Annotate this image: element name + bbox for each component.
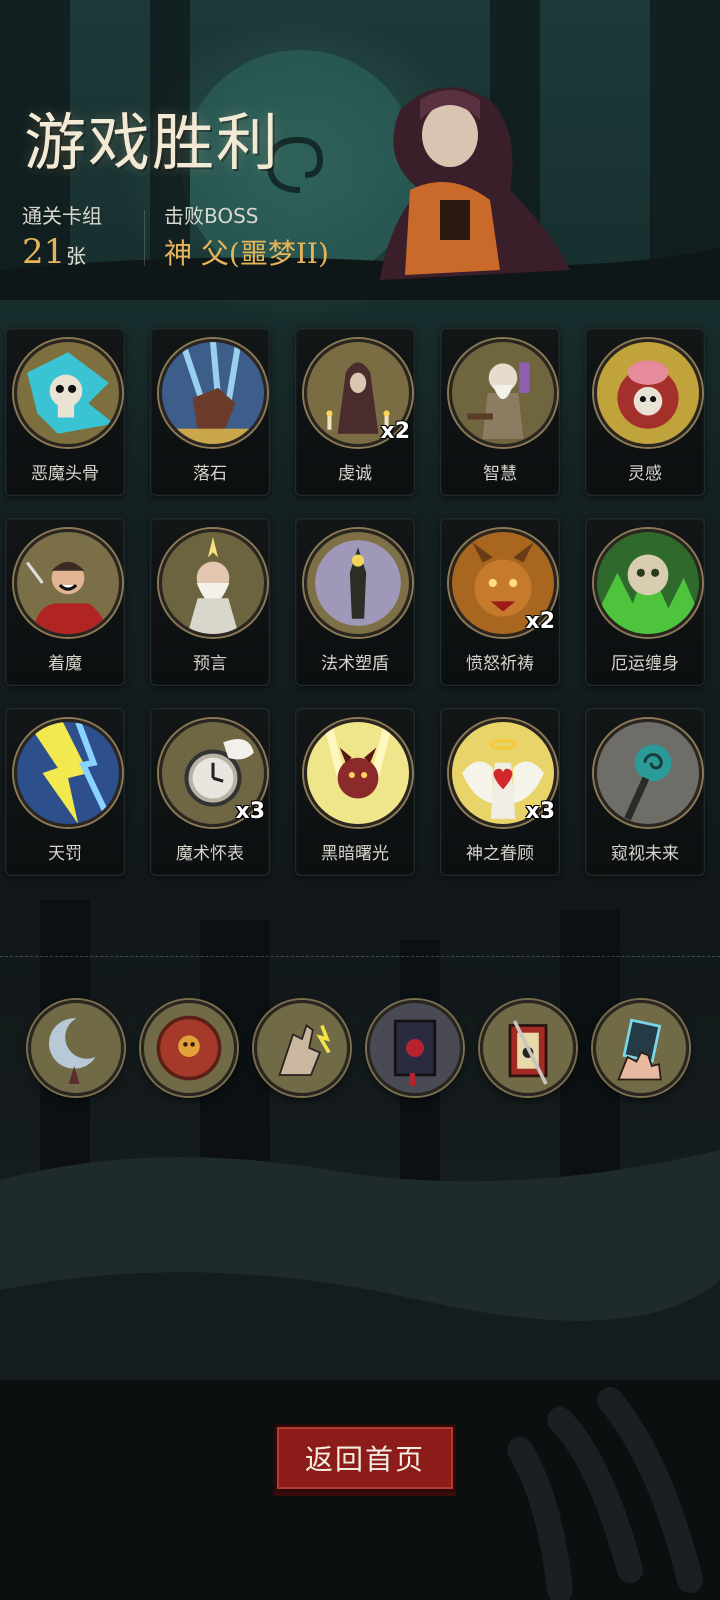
moon-relic-icon[interactable] <box>28 1000 124 1096</box>
deck-count: 21 <box>22 232 66 272</box>
spell-shield-icon <box>304 529 412 637</box>
card-item[interactable]: 黑暗曙光 <box>295 708 415 876</box>
card-name: 恶魔头骨 <box>31 464 99 484</box>
deck-label: 通关卡组 <box>22 204 102 228</box>
victory-screen: 游戏胜利 通关卡组 21 张 击败BOSS 神 父(噩梦II) 恶魔头骨 落石 … <box>0 0 720 1600</box>
tarot-card-relic-icon[interactable] <box>480 1000 576 1096</box>
card-item[interactable]: x3 魔术怀表 <box>150 708 270 876</box>
card-item[interactable]: 着魔 <box>5 518 125 686</box>
stat-divider <box>144 210 145 266</box>
boss-name: 神 父(噩梦II) <box>164 237 329 270</box>
return-home-button[interactable]: 返回首页 <box>274 1424 456 1492</box>
card-name: 魔术怀表 <box>176 844 244 864</box>
card-count: x2 <box>380 419 411 444</box>
card-name: 虔诚 <box>338 464 372 484</box>
card-name: 厄运缠身 <box>611 654 679 674</box>
victory-header: 游戏胜利 通关卡组 21 张 击败BOSS 神 父(噩梦II) <box>0 0 720 300</box>
card-count: x2 <box>525 609 556 634</box>
card-item[interactable]: 厄运缠身 <box>585 518 705 686</box>
card-item[interactable]: x2 愤怒祈祷 <box>440 518 560 686</box>
card-item[interactable]: 恶魔头骨 <box>5 328 125 496</box>
card-item[interactable]: 智慧 <box>440 328 560 496</box>
card-name: 灵感 <box>628 464 662 484</box>
lightning-icon <box>14 719 122 827</box>
section-divider <box>0 956 720 957</box>
card-name: 黑暗曙光 <box>321 844 389 864</box>
card-count: x3 <box>235 799 266 824</box>
card-name: 愤怒祈祷 <box>466 654 534 674</box>
dark-demon-icon <box>304 719 412 827</box>
red-book-relic-icon[interactable] <box>367 1000 463 1096</box>
deck-unit: 张 <box>66 244 86 268</box>
page-title: 游戏胜利 <box>24 106 281 179</box>
card-item[interactable]: 落石 <box>150 328 270 496</box>
magic-hand-relic-icon[interactable] <box>593 1000 689 1096</box>
skull-blue-icon <box>14 339 122 447</box>
card-name: 预言 <box>193 654 227 674</box>
green-skull-icon <box>594 529 702 637</box>
falling-rock-icon <box>159 339 267 447</box>
boss-label: 击败BOSS <box>164 204 259 228</box>
card-name: 法术塑盾 <box>321 654 389 674</box>
card-name: 智慧 <box>483 464 517 484</box>
card-name: 神之眷顾 <box>466 844 534 864</box>
card-item[interactable]: 天罚 <box>5 708 125 876</box>
snap-hand-relic-icon[interactable] <box>254 1000 350 1096</box>
card-item[interactable]: 窥视未来 <box>585 708 705 876</box>
relic-row <box>0 1000 720 1100</box>
card-item[interactable]: 法术塑盾 <box>295 518 415 686</box>
prophet-icon <box>159 529 267 637</box>
card-item[interactable]: 预言 <box>150 518 270 686</box>
possessed-man-icon <box>14 529 122 637</box>
card-name: 着魔 <box>48 654 82 674</box>
old-scholar-icon <box>449 339 557 447</box>
card-item[interactable]: 灵感 <box>585 328 705 496</box>
card-name: 窥视未来 <box>611 844 679 864</box>
brain-skull-icon <box>594 339 702 447</box>
card-item[interactable]: x2 虔诚 <box>295 328 415 496</box>
staff-orb-icon <box>594 719 702 827</box>
shield-skull-relic-icon[interactable] <box>141 1000 237 1096</box>
card-name: 天罚 <box>48 844 82 864</box>
card-count: x3 <box>525 799 556 824</box>
card-name: 落石 <box>193 464 227 484</box>
card-item[interactable]: x3 神之眷顾 <box>440 708 560 876</box>
